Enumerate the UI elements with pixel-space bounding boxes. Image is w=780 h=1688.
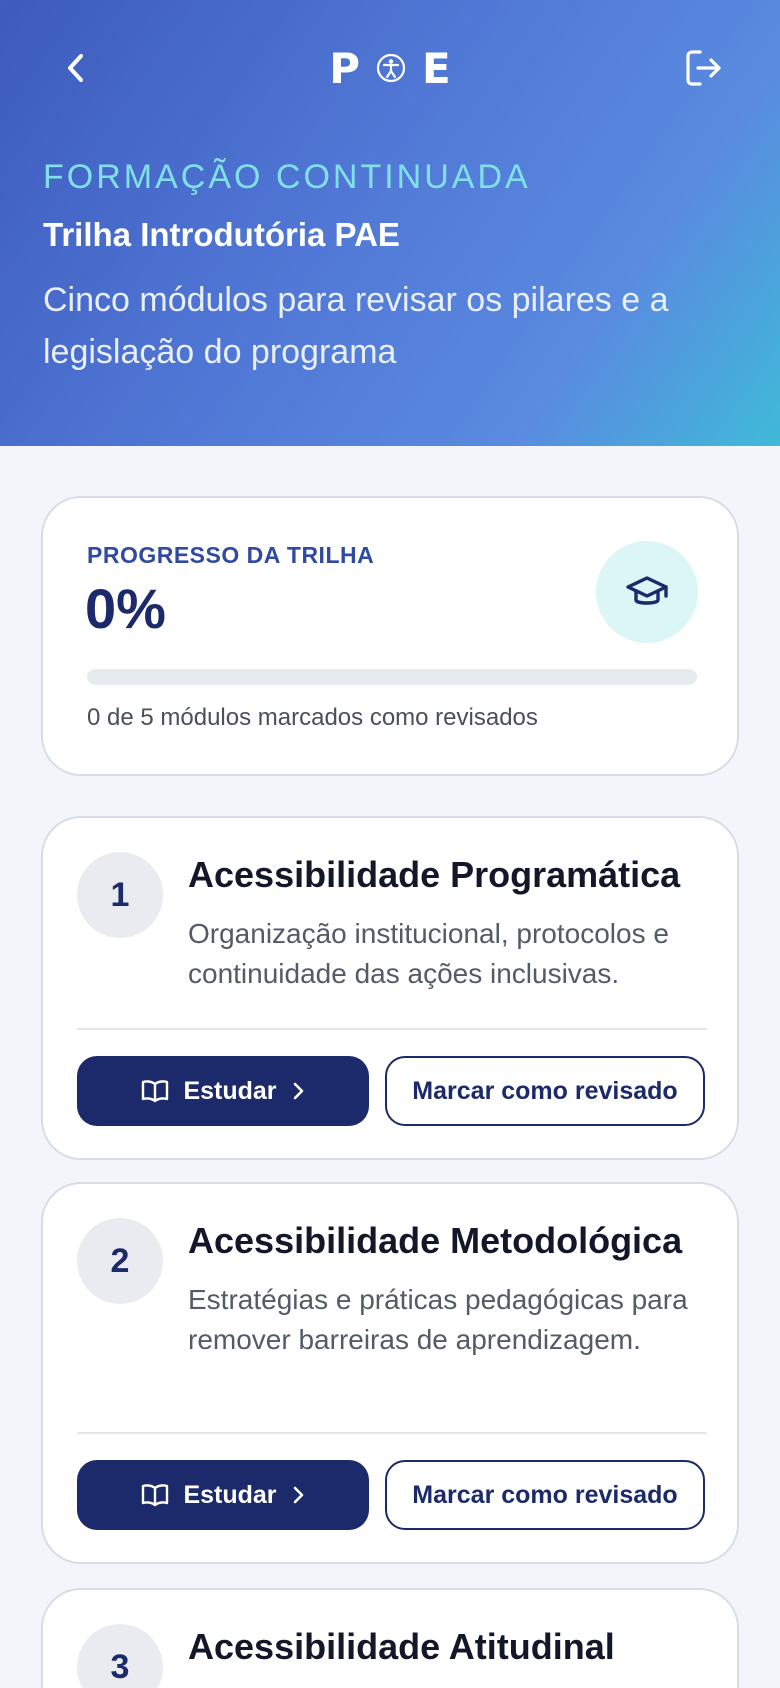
study-button[interactable]: Estudar: [77, 1460, 369, 1530]
chevron-right-icon: [291, 1081, 305, 1101]
study-button-label: Estudar: [183, 1480, 277, 1509]
chevron-right-icon: [291, 1485, 305, 1505]
progress-value: 0%: [85, 577, 166, 640]
study-button[interactable]: Estudar: [77, 1056, 369, 1126]
module-description: Estratégias e práticas pedagógicas para …: [188, 1284, 688, 1355]
module-title: Acessibilidade Programática: [188, 854, 681, 895]
progress-card: PROGRESSO DA TRILHA 0% 0 de 5 módulos ma…: [41, 496, 739, 776]
progress-label: PROGRESSO DA TRILHA: [87, 542, 375, 568]
module-number: 2: [77, 1218, 163, 1304]
logout-icon: [686, 50, 721, 86]
progress-caption: 0 de 5 módulos marcados como revisados: [87, 704, 538, 731]
chevron-left-icon: [68, 54, 83, 82]
top-bar: P E: [0, 40, 780, 96]
book-open-icon: [141, 1483, 169, 1507]
logo-letter-e: E: [422, 43, 451, 93]
progress-bar: [87, 669, 697, 685]
app-logo: P E: [329, 40, 451, 96]
module-number: 3: [77, 1624, 163, 1688]
study-button-label: Estudar: [183, 1076, 277, 1105]
module-description: Organização institucional, protocolos e …: [188, 918, 669, 989]
module-title: Acessibilidade Metodológica: [188, 1220, 683, 1261]
book-open-icon: [141, 1079, 169, 1103]
mark-reviewed-label: Marcar como revisado: [412, 1480, 678, 1509]
mark-reviewed-button[interactable]: Marcar como revisado: [385, 1056, 705, 1126]
module-card-3: 3 Acessibilidade Atitudinal: [41, 1588, 739, 1688]
mark-reviewed-label: Marcar como revisado: [412, 1076, 678, 1105]
back-button[interactable]: [46, 40, 106, 96]
module-card-1: 1 Acessibilidade Programática Organizaçã…: [41, 816, 739, 1160]
mark-reviewed-button[interactable]: Marcar como revisado: [385, 1460, 705, 1530]
logo-letter-p: P: [329, 43, 361, 93]
section-eyebrow: FORMAÇÃO CONTINUADA: [43, 158, 531, 196]
module-title: Acessibilidade Atitudinal: [188, 1626, 615, 1667]
module-number: 1: [77, 852, 163, 938]
graduation-cap-icon: [626, 576, 668, 605]
page-title: Trilha Introdutória PAE: [43, 216, 400, 253]
module-card-2: 2 Acessibilidade Metodológica Estratégia…: [41, 1182, 739, 1564]
accessibility-icon: [376, 53, 406, 83]
divider: [77, 1028, 707, 1030]
page-subtitle: Cinco módulos para revisar os pilares e …: [43, 281, 669, 371]
divider: [77, 1432, 707, 1434]
logout-button[interactable]: [674, 40, 734, 96]
hero-header: P E FORMAÇÃO CONTINUADA Trilha Introdutó…: [0, 0, 780, 446]
graduation-cap-badge: [596, 541, 698, 643]
